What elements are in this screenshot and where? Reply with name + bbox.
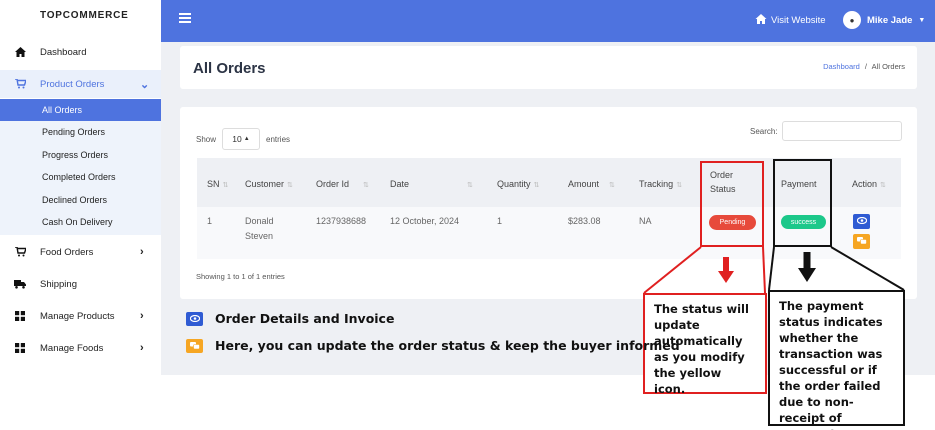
legend-update: Here, you can update the order status & …: [186, 338, 680, 353]
legend-update-text: Here, you can update the order status & …: [215, 338, 680, 353]
eye-icon: [186, 311, 203, 326]
legend-view: Order Details and Invoice: [186, 311, 394, 326]
legend-view-text: Order Details and Invoice: [215, 311, 395, 326]
chat-icon: [186, 338, 203, 353]
callout-payment-note: The payment status indicates whether the…: [768, 290, 905, 430]
arrow-down-black-icon: [798, 252, 816, 287]
arrow-down-red-icon: [718, 257, 734, 288]
